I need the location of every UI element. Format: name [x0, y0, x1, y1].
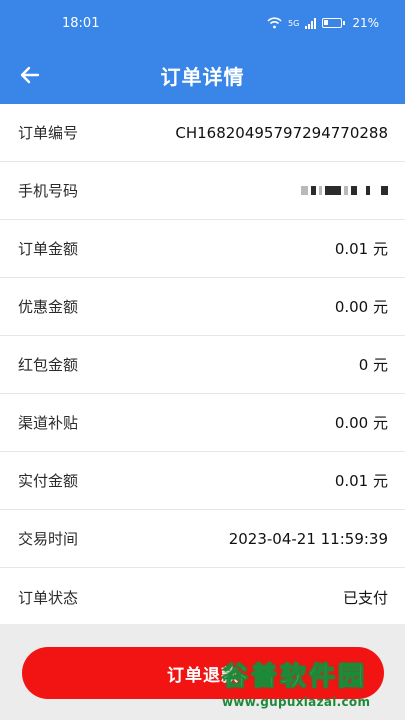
- network-label: 5G: [288, 18, 300, 28]
- nav-bar: 订单详情: [0, 46, 405, 104]
- red-packet-amount-row: 红包金额 0 元: [0, 336, 405, 394]
- row-label: 订单金额: [18, 240, 79, 258]
- page-title: 订单详情: [160, 64, 245, 89]
- order-number-row: 订单编号 CH16820495797294770288: [0, 104, 405, 162]
- row-label: 优惠金额: [18, 298, 79, 316]
- order-detail-list: 订单编号 CH16820495797294770288 手机号码 订单金额 0.…: [0, 104, 405, 626]
- status-time: 18:01: [62, 15, 100, 31]
- transaction-time-value: 2023-04-21 11:59:39: [228, 529, 388, 548]
- signal-icon: [305, 17, 317, 29]
- row-label: 交易时间: [18, 530, 79, 548]
- watermark-title: 谷普软件园: [222, 662, 368, 693]
- back-button[interactable]: [14, 60, 46, 90]
- channel-subsidy-row: 渠道补贴 0.00 元: [0, 394, 405, 452]
- arrow-left-icon: [20, 66, 40, 84]
- status-bar: 18:01 5G 21%: [0, 0, 405, 46]
- paid-amount-row: 实付金额 0.01 元: [0, 452, 405, 510]
- battery-level: 21%: [352, 16, 379, 30]
- status-icons: 5G 21%: [267, 16, 379, 30]
- phone-row: 手机号码: [0, 162, 405, 220]
- order-amount-row: 订单金额 0.01 元: [0, 220, 405, 278]
- wifi-icon: [267, 17, 282, 29]
- order-number-value: CH16820495797294770288: [175, 123, 388, 142]
- watermark-url: www.gupuxiazai.com: [222, 695, 371, 709]
- phone-masked-value: [301, 186, 388, 195]
- battery-icon: [322, 18, 346, 28]
- channel-subsidy-value: 0.00 元: [334, 414, 388, 432]
- row-label: 订单编号: [18, 124, 79, 142]
- order-status-value: 已支付: [342, 588, 388, 607]
- row-label: 渠道补贴: [18, 414, 79, 432]
- discount-amount-value: 0.00 元: [334, 298, 388, 316]
- paid-amount-value: 0.01 元: [334, 472, 388, 490]
- row-label: 订单状态: [18, 588, 79, 607]
- watermark-logo: 谷普软件园 www.gupuxiazai.com: [222, 656, 402, 718]
- row-label: 实付金额: [18, 472, 79, 490]
- row-label: 红包金额: [18, 356, 79, 374]
- row-label: 手机号码: [18, 182, 79, 200]
- discount-amount-row: 优惠金额 0.00 元: [0, 278, 405, 336]
- red-packet-amount-value: 0 元: [358, 356, 388, 374]
- order-status-row: 订单状态 已支付: [0, 568, 405, 626]
- order-amount-value: 0.01 元: [334, 240, 388, 258]
- transaction-time-row: 交易时间 2023-04-21 11:59:39: [0, 510, 405, 568]
